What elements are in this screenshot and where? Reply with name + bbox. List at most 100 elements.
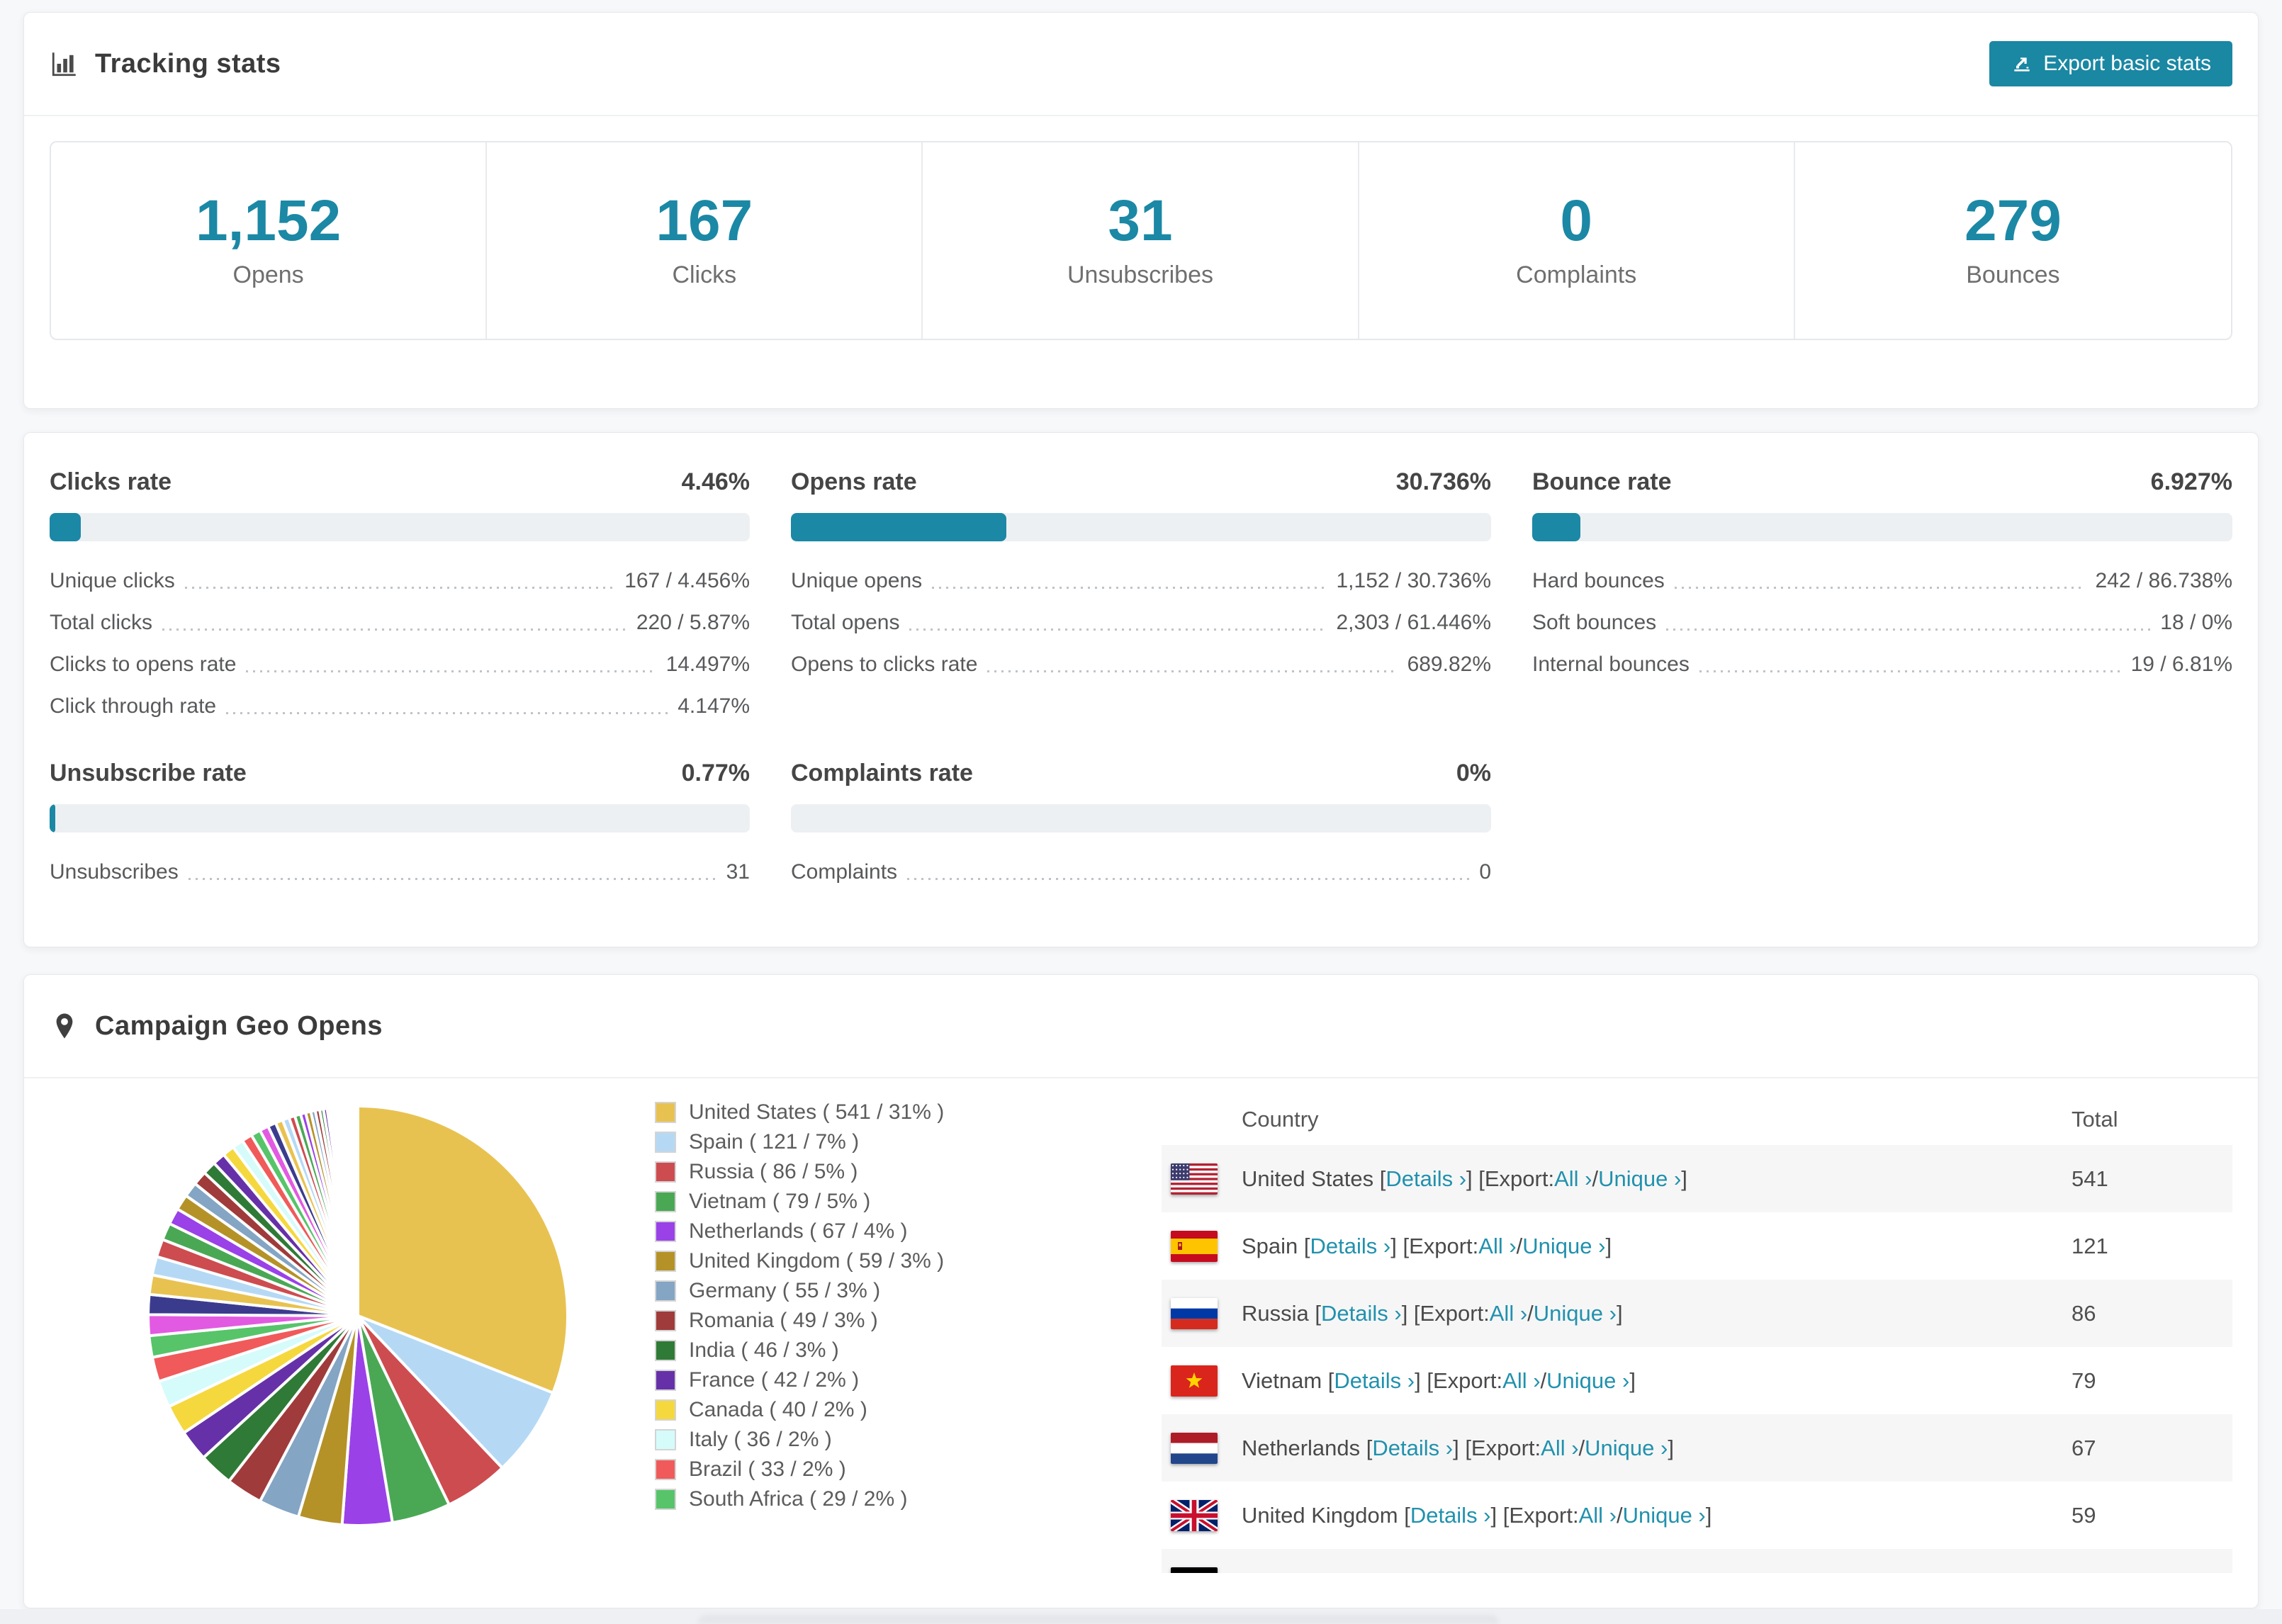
rate-stat-row: Unsubscribes 31: [50, 860, 750, 884]
legend-item-vietnam[interactable]: Vietnam ( 79 / 5% ): [655, 1187, 1081, 1217]
tracking-stats-card: Tracking stats Export basic stats 1,152 O…: [23, 12, 2259, 409]
country-name: Vietnam: [1242, 1368, 1322, 1393]
rate-stat-row: Total opens 2,303 / 61.446%: [791, 611, 1491, 634]
legend-swatch: [655, 1191, 676, 1212]
legend-item-india[interactable]: India ( 46 / 3% ): [655, 1336, 1081, 1365]
rate-value: 6.927%: [2150, 468, 2232, 495]
stat-label: Bounces: [1966, 261, 2060, 288]
rate-title: Bounce rate: [1532, 468, 1672, 495]
details-link-vietnam[interactable]: Details ›: [1334, 1368, 1415, 1394]
dotted-leader: [188, 878, 716, 880]
geo-legend: United States ( 541 / 31% ) Spain ( 121 /…: [655, 1098, 1081, 1514]
rate-stat-row: Opens to clicks rate 689.82%: [791, 653, 1491, 676]
dotted-leader: [246, 670, 656, 672]
rates-row-bottom: Unsubscribe rate 0.77% Unsubscribes 31 Compl…: [24, 727, 2258, 893]
country-total: 86: [2072, 1300, 2096, 1326]
rate-title: Complaints rate: [791, 760, 973, 786]
details-link-united-kingdom[interactable]: Details ›: [1410, 1503, 1491, 1528]
stat-card-complaints: 0 Complaints: [1359, 142, 1795, 339]
legend-item-russia[interactable]: Russia ( 86 / 5% ): [655, 1157, 1081, 1187]
legend-item-united-states[interactable]: United States ( 541 / 31% ): [655, 1098, 1081, 1127]
stat-value: 1,152: [195, 188, 342, 253]
legend-item-netherlands[interactable]: Netherlands ( 67 / 4% ): [655, 1217, 1081, 1246]
flag-icon-ru: [1171, 1297, 1218, 1329]
details-link-russia[interactable]: Details ›: [1321, 1301, 1402, 1326]
map-pin-icon: [50, 1011, 79, 1041]
flag-icon-es: [1171, 1230, 1218, 1262]
geo-pie-chart: [142, 1100, 574, 1553]
country-total: 67: [2072, 1435, 2096, 1460]
legend-item-canada[interactable]: Canada ( 40 / 2% ): [655, 1395, 1081, 1425]
bar-chart-icon: [50, 49, 79, 79]
export-all-link-germany[interactable]: All ›: [1512, 1570, 1550, 1574]
legend-item-brazil[interactable]: Brazil ( 33 / 2% ): [655, 1455, 1081, 1484]
export-icon: [2014, 57, 2030, 72]
legend-swatch: [655, 1132, 676, 1153]
rates-card: Clicks rate 4.46% Unique clicks 167 / 4.456…: [23, 432, 2259, 947]
export-unique-link-united-states[interactable]: Unique ›: [1598, 1166, 1681, 1192]
dotted-leader: [184, 587, 615, 589]
country-name: Netherlands: [1242, 1435, 1361, 1460]
legend-item-france[interactable]: France ( 42 / 2% ): [655, 1365, 1081, 1395]
campaign-geo-opens-card: Campaign Geo Opens United States ( 541 /…: [23, 974, 2259, 1608]
export-all-link-russia[interactable]: All ›: [1490, 1301, 1527, 1326]
geo-table-row-vietnam: Vietnam [Details ›] [Export: All › / Uni…: [1162, 1347, 2232, 1414]
stat-value: 0: [1560, 188, 1592, 253]
legend-swatch: [655, 1370, 676, 1391]
details-link-germany[interactable]: Details ›: [1344, 1570, 1425, 1574]
dashboard-page: Tracking stats Export basic stats 1,152 O…: [0, 0, 2282, 1624]
export-unique-link-netherlands[interactable]: Unique ›: [1585, 1436, 1668, 1461]
country-name: Russia: [1242, 1300, 1309, 1326]
details-link-spain[interactable]: Details ›: [1310, 1234, 1391, 1259]
export-all-link-united-kingdom[interactable]: All ›: [1579, 1503, 1617, 1528]
rate-panel-unsubscribe-rate: Unsubscribe rate 0.77% Unsubscribes 31: [50, 727, 750, 893]
page-title: Tracking stats: [95, 48, 281, 79]
legend-item-spain[interactable]: Spain ( 121 / 7% ): [655, 1127, 1081, 1157]
export-all-link-spain[interactable]: All ›: [1478, 1234, 1516, 1259]
legend-swatch: [655, 1340, 676, 1361]
geo-table-row-germany: Germany [Details ›] [Export: All › / Uni…: [1162, 1549, 2232, 1573]
dotted-leader: [987, 670, 1398, 672]
rate-stat-row: Internal bounces 19 / 6.81%: [1532, 653, 2232, 676]
rate-panel-bounce-rate: Bounce rate 6.927% Hard bounces 242 / 86.73…: [1532, 433, 2232, 727]
geo-table-row-spain: Spain [Details ›] [Export: All › / Uniqu…: [1162, 1212, 2232, 1280]
details-link-united-states[interactable]: Details ›: [1386, 1166, 1466, 1192]
stat-label: Opens: [232, 261, 304, 288]
export-unique-link-germany[interactable]: Unique ›: [1556, 1570, 1639, 1574]
rate-panel-clicks-rate: Clicks rate 4.46% Unique clicks 167 / 4.456…: [50, 433, 750, 727]
rate-panel-complaints-rate: Complaints rate 0% Complaints 0: [791, 727, 1491, 893]
rate-stat-row: Unique opens 1,152 / 30.736%: [791, 569, 1491, 592]
rate-stat-row: Clicks to opens rate 14.497%: [50, 653, 750, 676]
rate-stat-row: Unique clicks 167 / 4.456%: [50, 569, 750, 592]
details-link-netherlands[interactable]: Details ›: [1372, 1436, 1453, 1461]
pie-slice-other[interactable]: [355, 1104, 359, 1316]
column-header-country: Country: [1242, 1107, 1319, 1132]
country-name: Germany: [1242, 1570, 1332, 1574]
rate-value: 0%: [1456, 760, 1491, 786]
legend-item-italy[interactable]: Italy ( 36 / 2% ): [655, 1425, 1081, 1455]
export-all-link-netherlands[interactable]: All ›: [1541, 1436, 1578, 1461]
legend-item-south-africa[interactable]: South Africa ( 29 / 2% ): [655, 1484, 1081, 1514]
legend-item-united-kingdom[interactable]: United Kingdom ( 59 / 3% ): [655, 1246, 1081, 1276]
stat-card-opens: 1,152 Opens: [51, 142, 488, 339]
export-all-link-united-states[interactable]: All ›: [1554, 1166, 1592, 1192]
stat-value: 31: [1108, 188, 1173, 253]
column-header-total: Total: [2072, 1107, 2118, 1132]
rate-value: 0.77%: [681, 760, 750, 786]
export-unique-link-united-kingdom[interactable]: Unique ›: [1623, 1503, 1706, 1528]
flag-icon-gb: [1171, 1499, 1218, 1531]
export-unique-link-spain[interactable]: Unique ›: [1522, 1234, 1605, 1259]
legend-item-germany[interactable]: Germany ( 55 / 3% ): [655, 1276, 1081, 1306]
export-all-link-vietnam[interactable]: All ›: [1502, 1368, 1540, 1394]
legend-item-romania[interactable]: Romania ( 49 / 3% ): [655, 1306, 1081, 1336]
flag-icon-nl: [1171, 1432, 1218, 1464]
export-unique-link-russia[interactable]: Unique ›: [1534, 1301, 1617, 1326]
country-name: Spain: [1242, 1233, 1298, 1258]
geo-table-row-netherlands: Netherlands [Details ›] [Export: All › /…: [1162, 1414, 2232, 1482]
legend-swatch: [655, 1280, 676, 1302]
export-unique-link-vietnam[interactable]: Unique ›: [1546, 1368, 1629, 1394]
geo-table-row-united-states: United States [Details ›] [Export: All ›…: [1162, 1145, 2232, 1212]
bottom-blur-element: [698, 1615, 1499, 1624]
country-total: 55: [2072, 1549, 2232, 1574]
export-basic-stats-button[interactable]: Export basic stats: [1989, 41, 2232, 86]
